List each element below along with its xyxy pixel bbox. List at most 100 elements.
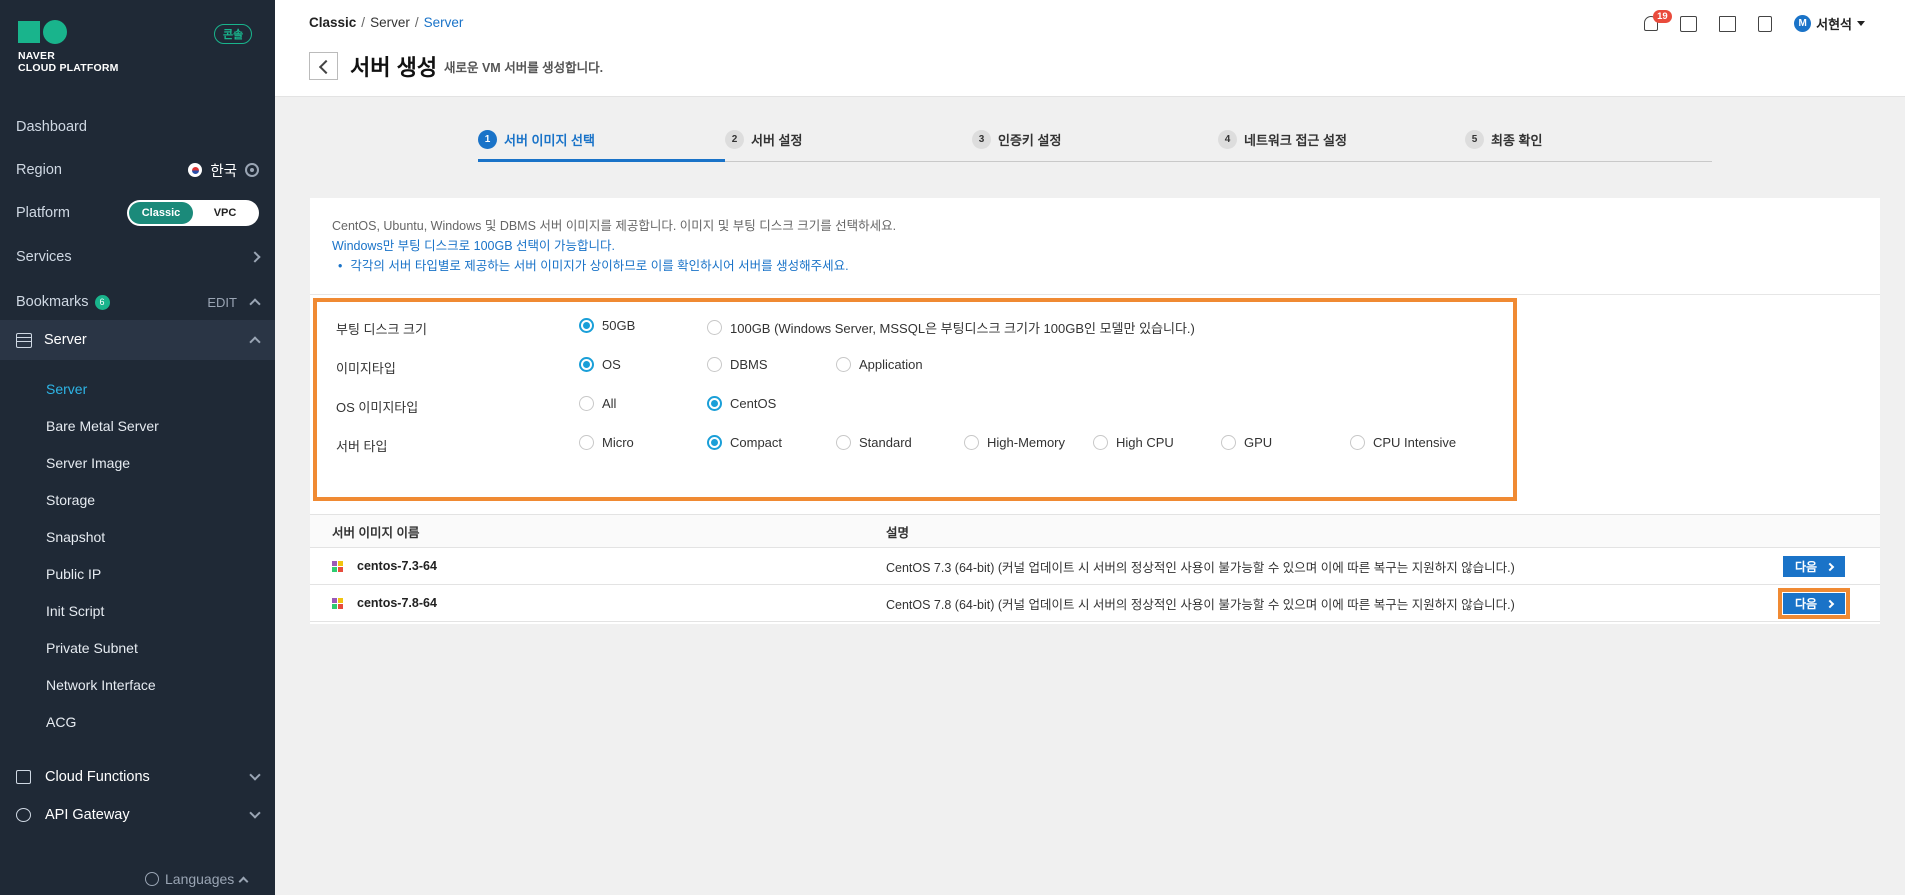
server-type-high-memory-radio[interactable]: High-Memory	[964, 435, 1065, 450]
centos-logo-icon	[332, 560, 343, 572]
sidebar-section-api-gateway[interactable]: API Gateway	[0, 795, 275, 835]
sidebar-section-server[interactable]: Server	[0, 320, 275, 360]
breadcrumb-item-current[interactable]: Server	[424, 15, 464, 30]
chevron-up-icon[interactable]	[249, 298, 261, 310]
boot-disk-100gb-radio[interactable]: 100GB (Windows Server, MSSQL은 부팅디스크 크기가 …	[707, 318, 1195, 337]
user-menu[interactable]: M 서현석	[1794, 14, 1865, 33]
image-type-row: 이미지타입	[336, 357, 536, 377]
step-5-label: 최종 확인	[1491, 133, 1543, 148]
console-badge[interactable]: 콘솔	[214, 24, 253, 44]
sidebar-item-public-ip[interactable]: Public IP	[46, 566, 101, 582]
image-type-os-radio[interactable]: OS	[579, 357, 621, 372]
image-type-application-radio[interactable]: Application	[836, 357, 923, 372]
page-subtitle: 새로운 VM 서버를 생성합니다.	[444, 61, 604, 75]
active-step-indicator	[478, 159, 725, 162]
cloud-functions-label: Cloud Functions	[45, 769, 150, 785]
back-button[interactable]	[309, 52, 338, 80]
gear-icon[interactable]	[245, 163, 259, 177]
sidebar-item-network-interface[interactable]: Network Interface	[46, 677, 156, 693]
table-row[interactable]: centos-7.8-64 CentOS 7.8 (64-bit) (커널 업데…	[310, 585, 1880, 622]
next-button[interactable]: 다음	[1783, 593, 1845, 614]
sidebar-item-dashboard[interactable]: Dashboard	[0, 107, 275, 147]
radio-selected-icon	[579, 357, 594, 372]
radio-unselected-icon	[836, 435, 851, 450]
bell-icon[interactable]: 19	[1644, 10, 1672, 31]
breadcrumb: Classic / Server / Server	[309, 15, 464, 30]
notification-count-badge: 19	[1653, 10, 1672, 23]
platform-toggle[interactable]: Classic VPC	[127, 200, 259, 226]
server-type-micro-radio[interactable]: Micro	[579, 435, 634, 450]
platform-option-classic[interactable]: Classic	[129, 202, 193, 224]
chevron-up-icon	[238, 876, 249, 886]
radio-unselected-icon	[579, 435, 594, 450]
region-value[interactable]: 한국	[210, 160, 237, 181]
sidebar-item-server[interactable]: Server	[46, 381, 87, 397]
server-type-cpu-intensive-radio[interactable]: CPU Intensive	[1350, 435, 1456, 450]
sidebar-item-init-script[interactable]: Init Script	[46, 603, 104, 619]
sidebar-item-storage[interactable]: Storage	[46, 492, 95, 508]
step-3-number: 3	[972, 130, 991, 149]
step-4[interactable]: 4 네트워크 접근 설정	[1218, 130, 1347, 149]
server-type-row: 서버 타입	[336, 435, 536, 455]
options-highlight-box: 부팅 디스크 크기 50GB 100GB (Windows Server, MS…	[313, 298, 1517, 501]
avatar: M	[1794, 15, 1812, 32]
naver-cloud-logo[interactable]: NAVER CLOUD PLATFORM	[18, 20, 119, 74]
step-3-label: 인증키 설정	[998, 133, 1062, 148]
platform-option-vpc[interactable]: VPC	[193, 202, 257, 224]
radio-unselected-icon	[707, 357, 722, 372]
image-table-header: 서버 이미지 이름 설명	[310, 514, 1880, 548]
memo-icon[interactable]	[1719, 15, 1737, 32]
os-image-type-label: OS 이미지타입	[336, 399, 419, 415]
server-type-gpu-radio[interactable]: GPU	[1221, 435, 1272, 450]
bookmarks-row[interactable]: Bookmarks 6 EDIT	[0, 282, 275, 322]
step-1[interactable]: 1 서버 이미지 선택	[478, 130, 595, 149]
boot-disk-50gb-radio[interactable]: 50GB	[579, 318, 635, 333]
boot-disk-label: 부팅 디스크 크기	[336, 321, 427, 337]
os-image-type-all-radio[interactable]: All	[579, 396, 616, 411]
next-button[interactable]: 다음	[1783, 556, 1845, 577]
image-name: centos-7.8-64	[357, 596, 437, 610]
image-name: centos-7.3-64	[357, 559, 437, 573]
sidebar-item-services[interactable]: Services	[0, 237, 275, 277]
radio-label: 100GB (Windows Server, MSSQL은 부팅디스크 크기가 …	[730, 321, 1195, 336]
column-header-description: 설명	[886, 525, 910, 540]
chat-icon[interactable]	[1680, 15, 1698, 32]
book-icon[interactable]	[1758, 15, 1773, 32]
sidebar-item-bare-metal-server[interactable]: Bare Metal Server	[46, 418, 159, 434]
radio-label: High-Memory	[987, 435, 1066, 450]
radio-label: GPU	[1244, 435, 1273, 450]
breadcrumb-item-classic[interactable]: Classic	[309, 15, 356, 30]
dashboard-label: Dashboard	[16, 119, 87, 135]
image-type-dbms-radio[interactable]: DBMS	[707, 357, 768, 372]
step-3[interactable]: 3 인증키 설정	[972, 130, 1061, 149]
sidebar-item-private-subnet[interactable]: Private Subnet	[46, 640, 138, 656]
step-2[interactable]: 2 서버 설정	[725, 130, 802, 149]
server-type-standard-radio[interactable]: Standard	[836, 435, 912, 450]
image-name-cell: centos-7.3-64	[332, 548, 437, 584]
os-image-type-row: OS 이미지타입	[336, 396, 536, 416]
languages-button[interactable]: Languages	[145, 871, 249, 887]
image-description: CentOS 7.3 (64-bit) (커널 업데이트 시 서버의 정상적인 …	[886, 560, 1515, 575]
globe-icon	[145, 872, 159, 886]
step-2-label: 서버 설정	[751, 133, 803, 148]
server-type-compact-radio[interactable]: Compact	[707, 435, 782, 450]
server-section-label: Server	[44, 332, 87, 348]
step-5[interactable]: 5 최종 확인	[1465, 130, 1542, 149]
server-type-label: 서버 타입	[336, 438, 388, 454]
cloud-functions-icon	[16, 770, 31, 784]
sidebar-item-acg[interactable]: ACG	[46, 714, 76, 730]
centos-logo-icon	[332, 597, 343, 609]
sidebar-item-snapshot[interactable]: Snapshot	[46, 529, 105, 545]
column-header-name: 서버 이미지 이름	[332, 525, 420, 540]
server-type-high-cpu-radio[interactable]: High CPU	[1093, 435, 1174, 450]
sidebar-item-server-image[interactable]: Server Image	[46, 455, 130, 471]
sidebar-section-cloud-functions[interactable]: Cloud Functions	[0, 757, 275, 797]
table-row[interactable]: centos-7.3-64 CentOS 7.3 (64-bit) (커널 업데…	[310, 548, 1880, 585]
divider	[310, 294, 1880, 295]
bookmarks-edit-button[interactable]: EDIT	[207, 295, 237, 310]
breadcrumb-item-server[interactable]: Server	[370, 15, 410, 30]
page-title: 서버 생성	[350, 55, 438, 80]
platform-row: Platform Classic VPC	[0, 193, 275, 233]
os-image-type-centos-radio[interactable]: CentOS	[707, 396, 776, 411]
image-name-cell: centos-7.8-64	[332, 585, 437, 621]
